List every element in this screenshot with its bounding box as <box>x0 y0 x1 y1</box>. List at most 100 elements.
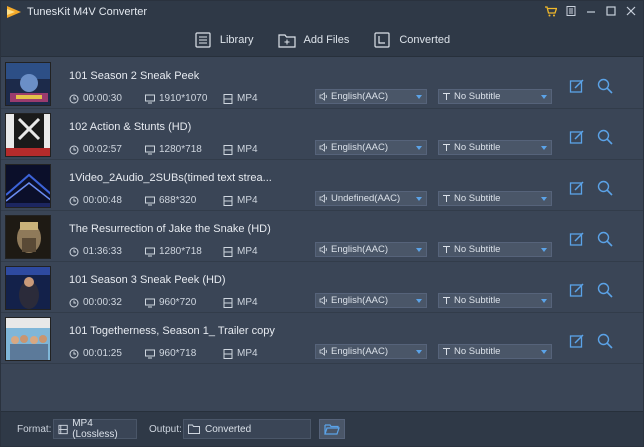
clock-icon <box>69 298 79 307</box>
video-thumbnail <box>5 113 51 157</box>
window-controls <box>545 5 637 17</box>
add-files-label: Add Files <box>303 33 350 46</box>
output-label: Output: <box>149 424 182 435</box>
video-thumbnail <box>5 164 51 208</box>
video-thumbnail <box>5 62 51 106</box>
video-title: 1Video_2Audio_2SUBs(timed text strea... <box>69 172 272 184</box>
text-icon <box>443 93 450 100</box>
video-thumbnail <box>5 317 51 361</box>
monitor-icon <box>145 196 155 205</box>
monitor-icon <box>145 145 155 154</box>
add-files-button[interactable]: Add Files <box>277 32 350 48</box>
search-icon[interactable] <box>597 129 613 145</box>
duration: 00:00:48 <box>69 195 122 206</box>
search-icon[interactable] <box>597 78 613 94</box>
edit-icon[interactable] <box>569 78 585 94</box>
list-item[interactable]: 101 Togetherness, Season 1_ Trailer copy… <box>1 313 643 364</box>
converted-button[interactable]: Converted <box>373 31 451 48</box>
edit-icon[interactable] <box>569 282 585 298</box>
output-format-select[interactable]: MP4 (Lossless) <box>53 418 137 440</box>
cart-icon[interactable] <box>545 5 557 17</box>
chevron-down-icon <box>416 94 422 99</box>
text-icon <box>443 348 450 355</box>
list-item[interactable]: 101 Season 3 Sneak Peek (HD) 00:00:32 96… <box>1 262 643 313</box>
subtitle-select[interactable]: No Subtitle <box>438 140 552 155</box>
search-icon[interactable] <box>597 231 613 247</box>
chevron-down-icon <box>541 349 547 354</box>
resolution: 960*720 <box>145 297 196 308</box>
edit-icon[interactable] <box>569 129 585 145</box>
app-logo-icon <box>7 6 21 18</box>
text-icon <box>443 297 450 304</box>
audio-track-select[interactable]: English(AAC) <box>315 293 427 308</box>
video-title: 101 Togetherness, Season 1_ Trailer copy <box>69 325 275 337</box>
audio-track-select[interactable]: English(AAC) <box>315 344 427 359</box>
video-thumbnail <box>5 266 51 310</box>
duration: 00:00:32 <box>69 297 122 308</box>
search-icon[interactable] <box>597 333 613 349</box>
list-item[interactable]: 1Video_2Audio_2SUBs(timed text strea... … <box>1 160 643 211</box>
subtitle-select[interactable]: No Subtitle <box>438 191 552 206</box>
open-folder-icon <box>324 424 340 435</box>
resolution: 688*320 <box>145 195 196 206</box>
film-icon <box>58 424 68 434</box>
folder-icon <box>188 424 200 434</box>
clock-icon <box>69 94 79 103</box>
clock-icon <box>69 349 79 358</box>
edit-icon[interactable] <box>569 333 585 349</box>
clock-icon <box>69 247 79 256</box>
film-icon <box>223 348 233 359</box>
monitor-icon <box>145 247 155 256</box>
audio-track-select[interactable]: English(AAC) <box>315 140 427 155</box>
maximize-icon[interactable] <box>605 5 617 17</box>
chevron-down-icon <box>541 145 547 150</box>
chevron-down-icon <box>541 196 547 201</box>
speaker-icon <box>319 143 327 152</box>
monitor-icon <box>145 349 155 358</box>
audio-track-select[interactable]: English(AAC) <box>315 242 427 257</box>
chevron-down-icon <box>416 145 422 150</box>
list-item[interactable]: 102 Action & Stunts (HD) 00:02:57 1280*7… <box>1 109 643 160</box>
edit-icon[interactable] <box>569 231 585 247</box>
edit-icon[interactable] <box>569 180 585 196</box>
resolution: 1280*718 <box>145 144 202 155</box>
title-bar: TunesKit M4V Converter <box>1 1 643 23</box>
chevron-down-icon <box>416 196 422 201</box>
subtitle-select[interactable]: No Subtitle <box>438 89 552 104</box>
output-path-field[interactable]: Converted <box>183 419 311 439</box>
subtitle-select[interactable]: No Subtitle <box>438 344 552 359</box>
speaker-icon <box>319 296 327 305</box>
list-item[interactable]: 101 Season 2 Sneak Peek 00:00:30 1910*10… <box>1 58 643 109</box>
video-title: 102 Action & Stunts (HD) <box>69 121 192 133</box>
converted-label: Converted <box>399 33 451 46</box>
browse-folder-button[interactable] <box>319 419 345 439</box>
app-window: TunesKit M4V Converter Library Add Files… <box>0 0 644 447</box>
chevron-down-icon <box>541 247 547 252</box>
format: MP4 <box>223 348 258 359</box>
audio-track-select[interactable]: English(AAC) <box>315 89 427 104</box>
menu-icon[interactable] <box>565 5 577 17</box>
close-icon[interactable] <box>625 5 637 17</box>
format: MP4 <box>223 246 258 257</box>
search-icon[interactable] <box>597 282 613 298</box>
audio-track-select[interactable]: Undefined(AAC) <box>315 191 427 206</box>
speaker-icon <box>319 194 327 203</box>
subtitle-select[interactable]: No Subtitle <box>438 242 552 257</box>
speaker-icon <box>319 92 327 101</box>
clock-icon <box>69 196 79 205</box>
subtitle-select[interactable]: No Subtitle <box>438 293 552 308</box>
search-icon[interactable] <box>597 180 613 196</box>
list-item[interactable]: The Resurrection of Jake the Snake (HD) … <box>1 211 643 262</box>
monitor-icon <box>145 94 155 103</box>
chevron-down-icon <box>541 298 547 303</box>
converted-icon <box>373 31 391 48</box>
footer-bar: Format: MP4 (Lossless) Output: Converted <box>1 411 643 446</box>
duration: 00:02:57 <box>69 144 122 155</box>
monitor-icon <box>145 298 155 307</box>
minimize-icon[interactable] <box>585 5 597 17</box>
library-button[interactable]: Library <box>194 31 254 48</box>
text-icon <box>443 246 450 253</box>
film-icon <box>223 246 233 257</box>
chevron-down-icon <box>416 247 422 252</box>
format-value: MP4 (Lossless) <box>72 418 118 440</box>
